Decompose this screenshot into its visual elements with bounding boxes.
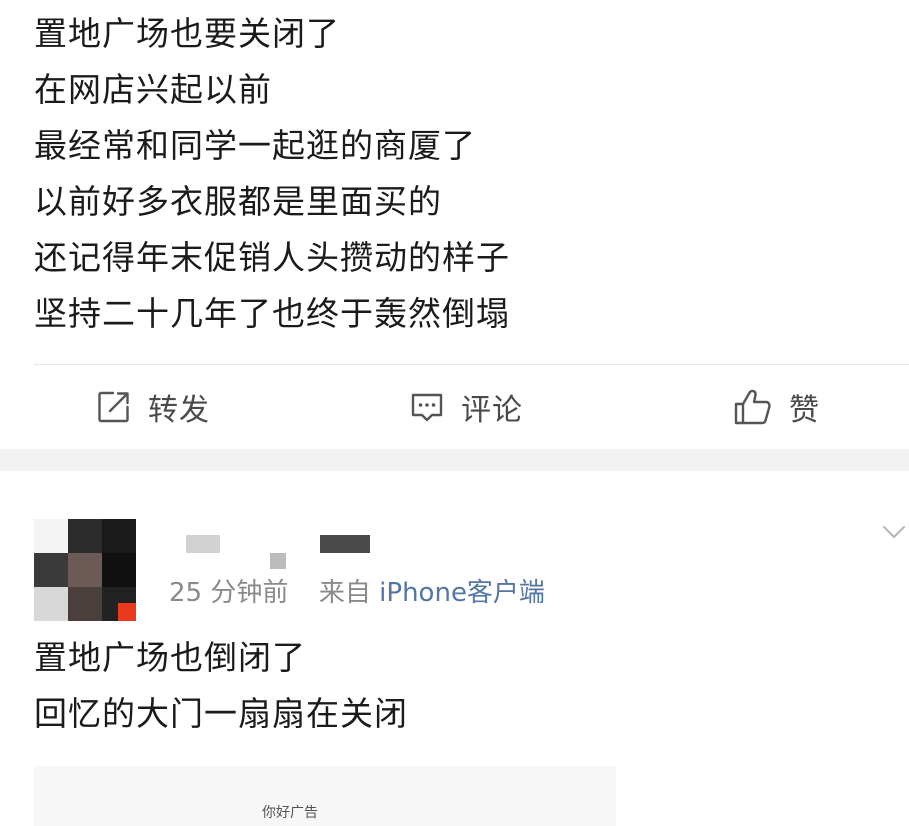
like-label: 赞 bbox=[789, 393, 820, 428]
feed-separator bbox=[0, 449, 909, 471]
post-1: 置地广场也要关闭了 在网店兴起以前 最经常和同学一起逛的商厦了 以前好多衣服都是… bbox=[0, 0, 909, 452]
post-text-line: 最经常和同学一起逛的商厦了 bbox=[34, 126, 476, 165]
avatar-pixel bbox=[34, 553, 68, 587]
post-time: 25 分钟前 bbox=[169, 578, 289, 608]
avatar-pixel bbox=[102, 553, 136, 587]
post-text-line: 置地广场也要关闭了 bbox=[34, 14, 340, 53]
post-1-text: 置地广场也要关闭了 在网店兴起以前 最经常和同学一起逛的商厦了 以前好多衣服都是… bbox=[34, 6, 510, 342]
avatar-pixel bbox=[68, 519, 102, 553]
repost-icon bbox=[96, 389, 132, 425]
repost-label: 转发 bbox=[148, 393, 210, 428]
post-image[interactable]: 你好广告 bbox=[34, 766, 616, 826]
post-text-line: 坚持二十几年了也终于轰然倒塌 bbox=[34, 294, 510, 333]
comment-label: 评论 bbox=[461, 393, 523, 428]
more-options-button[interactable] bbox=[879, 517, 909, 547]
repost-button[interactable]: 转发 bbox=[96, 365, 210, 449]
avatar[interactable] bbox=[34, 519, 136, 621]
username-pixel bbox=[186, 535, 220, 553]
post-text-line: 回忆的大门一扇扇在关闭 bbox=[34, 694, 408, 733]
avatar-pixel bbox=[34, 587, 68, 621]
post-image-caption: 你好广告 bbox=[262, 805, 318, 821]
post-text-line: 置地广场也倒闭了 bbox=[34, 638, 306, 677]
avatar-badge bbox=[118, 603, 136, 621]
source-link[interactable]: iPhone客户端 bbox=[379, 578, 545, 608]
avatar-pixel bbox=[34, 519, 68, 553]
thumbs-up-icon bbox=[733, 388, 773, 426]
post-2: 25 分钟前 来自 iPhone客户端 置地广场也倒闭了 回忆的大门一扇扇在关闭… bbox=[0, 471, 909, 826]
username-pixel bbox=[320, 535, 370, 553]
action-bar: 转发 评论 赞 bbox=[0, 365, 909, 449]
username-pixel bbox=[270, 553, 286, 569]
post-text-line: 在网店兴起以前 bbox=[34, 70, 272, 109]
comment-button[interactable]: 评论 bbox=[409, 365, 523, 449]
source-prefix: 来自 bbox=[318, 578, 371, 608]
like-button[interactable]: 赞 bbox=[733, 365, 820, 449]
comment-icon bbox=[409, 389, 445, 425]
post-text-line: 还记得年末促销人头攒动的样子 bbox=[34, 238, 510, 277]
avatar-pixel bbox=[102, 519, 136, 553]
post-text-line: 以前好多衣服都是里面买的 bbox=[34, 182, 442, 221]
post-meta: 25 分钟前 来自 iPhone客户端 bbox=[169, 572, 545, 609]
avatar-pixel bbox=[68, 587, 102, 621]
chevron-down-icon bbox=[879, 525, 909, 551]
avatar-pixel bbox=[68, 553, 102, 587]
post-2-text: 置地广场也倒闭了 回忆的大门一扇扇在关闭 bbox=[34, 630, 408, 742]
